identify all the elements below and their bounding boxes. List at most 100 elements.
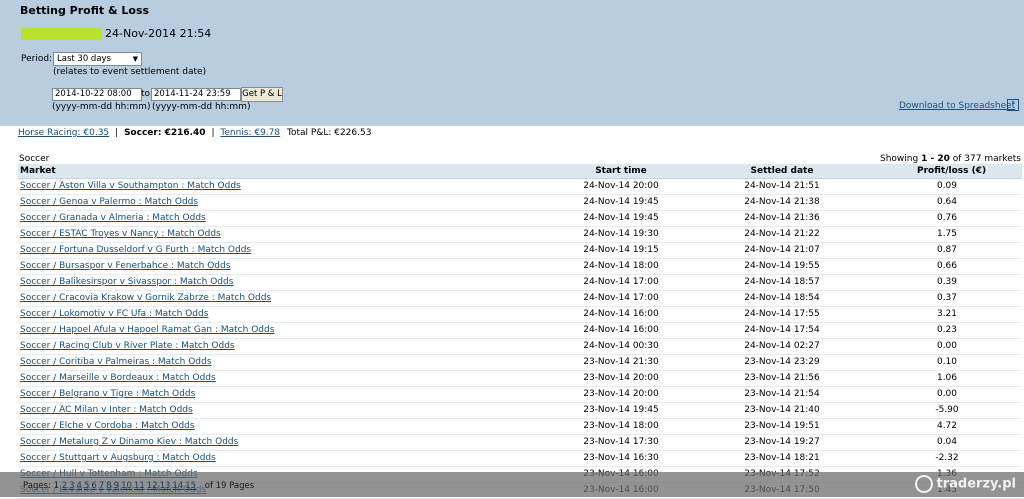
column-header-market[interactable]: Market	[20, 164, 56, 178]
market-link[interactable]: Soccer / Bursaspor v Fenerbahce : Match …	[20, 259, 230, 274]
start-time: 24-Nov-14 20:00	[583, 181, 659, 191]
horse-racing-link[interactable]: Horse Racing: €0.35	[18, 128, 109, 138]
table-row: Soccer / Metalurg Z v Dinamo Kiev : Matc…	[18, 435, 1022, 451]
settled-date: 23-Nov-14 21:54	[744, 389, 820, 399]
period-select[interactable]: Last 30 days ▼	[53, 52, 142, 66]
start-time: 23-Nov-14 18:00	[583, 421, 659, 431]
market-link[interactable]: Soccer / Belgrano v Tigre : Match Odds	[20, 387, 195, 402]
profit-loss: 0.23	[936, 325, 958, 335]
table-row: Soccer / Hapoel Afula v Hapoel Ramat Gan…	[18, 323, 1022, 339]
market-link[interactable]: Soccer / Elche v Cordoba : Match Odds	[20, 419, 195, 434]
profit-loss: 0.04	[936, 437, 958, 447]
table-row: Soccer / AC Milan v Inter : Match Odds 23…	[18, 403, 1022, 419]
market-link[interactable]: Soccer / Hapoel Afula v Hapoel Ramat Gan…	[20, 323, 274, 338]
total-pl: Total P&L: €226.53	[287, 128, 372, 138]
table-row: Soccer / Granada v Almeria : Match Odds 2…	[18, 211, 1022, 227]
start-time: 24-Nov-14 16:00	[583, 309, 659, 319]
profit-loss: 0.64	[936, 197, 958, 207]
market-link[interactable]: Soccer / Aston Villa v Southampton : Mat…	[20, 179, 241, 194]
market-link[interactable]: Soccer / Genoa v Palermo : Match Odds	[20, 195, 198, 210]
market-link[interactable]: Soccer / Fortuna Dusseldorf v G Furth : …	[20, 243, 251, 258]
market-link[interactable]: Soccer / Stuttgart v Augsburg : Match Od…	[20, 451, 216, 466]
table-row: Soccer / Bursaspor v Fenerbahce : Match …	[18, 259, 1022, 275]
settled-date: 23-Nov-14 21:56	[744, 373, 820, 383]
total-pages: of 19 Pages	[204, 481, 255, 491]
profit-loss: 0.10	[936, 357, 958, 367]
table-row: Soccer / Cracovia Krakow v Gornik Zabrze…	[18, 291, 1022, 307]
table-row: Soccer / Stuttgart v Augsburg : Match Od…	[18, 451, 1022, 467]
chevron-down-icon[interactable]: ▼	[133, 53, 138, 65]
start-time: 24-Nov-14 17:00	[583, 277, 659, 287]
market-link[interactable]: Soccer / Cracovia Krakow v Gornik Zabrze…	[20, 291, 271, 306]
pagination: Pages: 1 2 3 4 5 6 7 8 9 10 11 12 13 14 15 of 19 Page…	[23, 481, 254, 491]
settled-date: 24-Nov-14 21:36	[744, 213, 820, 223]
market-link[interactable]: Soccer / Marseille v Bordeaux : Match Od…	[20, 371, 216, 386]
start-time: 23-Nov-14 21:30	[583, 357, 659, 367]
pl-summary: Horse Racing: €0.35 | Soccer: €216.40 | …	[18, 128, 371, 138]
settled-date: 24-Nov-14 21:51	[744, 181, 820, 191]
current-page: 1	[53, 481, 59, 491]
page-link[interactable]: 8	[106, 481, 111, 491]
to-date-input[interactable]: 2014-11-24 23:59	[151, 88, 241, 101]
page-link[interactable]: 2	[62, 481, 67, 491]
page-link[interactable]: 14	[172, 481, 183, 491]
page-link[interactable]: 4	[77, 481, 82, 491]
profit-loss: 0.00	[936, 389, 958, 399]
settled-date: 23-Nov-14 19:51	[744, 421, 820, 431]
page-link[interactable]: 3	[69, 481, 74, 491]
showing-count: Showing 1 - 20 of 377 markets	[879, 154, 1021, 164]
column-header-settled-date[interactable]: Settled date	[742, 164, 822, 178]
market-link[interactable]: Soccer / Granada v Almeria : Match Odds	[20, 211, 206, 226]
start-time: 23-Nov-14 20:00	[583, 389, 659, 399]
page-links: 2 3 4 5 6 7 8 9 10 11 12 13 14 15	[62, 481, 198, 491]
table-row: Soccer / ESTAC Troyes v Nancy : Match Od…	[18, 227, 1022, 243]
market-link[interactable]: Soccer / Coritiba v Palmeiras : Match Od…	[20, 355, 211, 370]
start-time: 24-Nov-14 19:15	[583, 245, 659, 255]
page-link[interactable]: 10	[121, 481, 132, 491]
start-time: 23-Nov-14 20:00	[583, 373, 659, 383]
period-label: Period:	[21, 54, 53, 64]
help-icon[interactable]: ?	[1007, 99, 1019, 111]
settled-date: 24-Nov-14 18:57	[744, 277, 820, 287]
table-row: Soccer / Fortuna Dusseldorf v G Furth : …	[18, 243, 1022, 259]
profit-loss: 0.87	[936, 245, 958, 255]
page-link[interactable]: 11	[134, 481, 145, 491]
page-title: Betting Profit & Loss	[20, 4, 150, 17]
download-spreadsheet-link[interactable]: Download to Spreadsheet	[899, 101, 1015, 111]
table-row: Soccer / Aston Villa v Southampton : Mat…	[18, 179, 1022, 195]
table-row: Soccer / Genoa v Palermo : Match Odds 24-…	[18, 195, 1022, 211]
market-link[interactable]: Soccer / ESTAC Troyes v Nancy : Match Od…	[20, 227, 221, 242]
settled-date: 24-Nov-14 21:38	[744, 197, 820, 207]
market-link[interactable]: Soccer / Lokomotiv v FC Ufa : Match Odds	[20, 307, 208, 322]
from-date-format-hint: (yyyy-mm-dd hh:mm)	[52, 102, 151, 112]
highlight-bar	[21, 28, 102, 40]
page-link[interactable]: 5	[84, 481, 89, 491]
page-link[interactable]: 9	[114, 481, 119, 491]
market-link[interactable]: Soccer / Metalurg Z v Dinamo Kiev : Matc…	[20, 435, 238, 450]
page-link[interactable]: 13	[160, 481, 171, 491]
settled-date: 24-Nov-14 21:07	[744, 245, 820, 255]
start-time: 24-Nov-14 19:30	[583, 229, 659, 239]
header-panel: Betting Profit & Loss 24-Nov-2014 21:54 …	[0, 0, 1024, 126]
page-link[interactable]: 6	[91, 481, 96, 491]
market-link[interactable]: Soccer / AC Milan v Inter : Match Odds	[20, 403, 193, 418]
get-pl-button[interactable]: Get P & L	[241, 87, 283, 102]
column-header-profit-loss[interactable]: Profit/loss (€)	[917, 164, 986, 178]
settled-date: 23-Nov-14 21:40	[744, 405, 820, 415]
from-date-input[interactable]: 2014-10-22 08:00	[52, 88, 142, 101]
table-body: Soccer / Aston Villa v Southampton : Mat…	[18, 179, 1022, 499]
profit-loss: 0.66	[936, 261, 958, 271]
profit-loss: 3.21	[936, 309, 958, 319]
watermark: traderzy.pl	[914, 475, 1016, 493]
page-link[interactable]: 12	[147, 481, 158, 491]
page-link[interactable]: 7	[99, 481, 104, 491]
page-link[interactable]: 15	[185, 481, 196, 491]
market-link[interactable]: Soccer / Racing Club v River Plate : Mat…	[20, 339, 235, 354]
column-header-start-time[interactable]: Start time	[581, 164, 661, 178]
market-link[interactable]: Soccer / Balikesirspor v Sivasspor : Mat…	[20, 275, 233, 290]
tennis-link[interactable]: Tennis: €9.78	[220, 128, 280, 138]
start-time: 24-Nov-14 16:00	[583, 325, 659, 335]
section-label: Soccer	[19, 154, 50, 164]
to-date-format-hint: (yyyy-mm-dd hh:mm)	[152, 102, 251, 112]
pages-label: Pages:	[23, 481, 51, 491]
